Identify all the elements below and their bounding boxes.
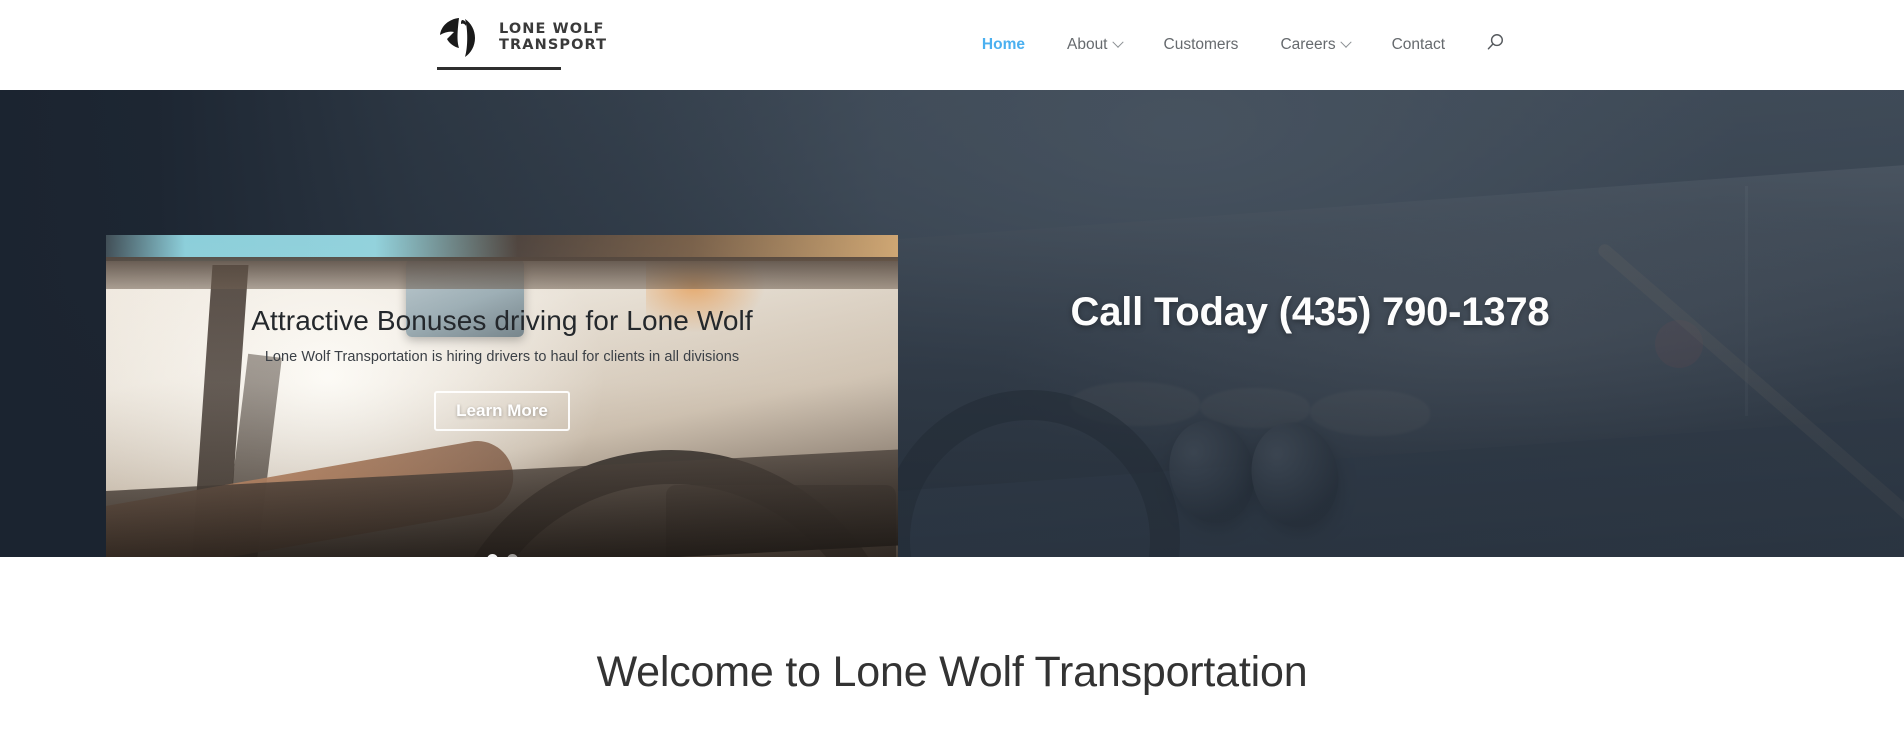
welcome-section: Welcome to Lone Wolf Transportation — [0, 557, 1904, 747]
nav-item-customers[interactable]: Customers — [1143, 0, 1260, 90]
slide-content: Attractive Bonuses driving for Lone Wolf… — [106, 235, 898, 557]
nav-item-about[interactable]: About — [1046, 0, 1143, 90]
hero-section: Attractive Bonuses driving for Lone Wolf… — [0, 90, 1904, 557]
logo-wordmark: LONE WOLF TRANSPORT — [499, 22, 607, 53]
search-icon — [1485, 32, 1506, 58]
nav-label-careers: Careers — [1280, 36, 1336, 53]
site-header: LONE WOLF TRANSPORT Home About Customers… — [0, 0, 1904, 90]
main-navigation: Home About Customers Careers Contact — [961, 0, 1904, 90]
nav-label-customers: Customers — [1163, 36, 1239, 53]
nav-item-home[interactable]: Home — [961, 0, 1046, 90]
nav-label-contact: Contact — [1391, 36, 1445, 53]
wolf-head-icon — [435, 14, 487, 62]
site-logo[interactable]: LONE WOLF TRANSPORT — [435, 14, 607, 70]
learn-more-button[interactable]: Learn More — [434, 391, 570, 431]
nav-item-contact[interactable]: Contact — [1371, 0, 1466, 90]
chevron-down-icon — [1111, 36, 1124, 48]
logo-line-2: TRANSPORT — [499, 37, 608, 53]
slide-title: Attractive Bonuses driving for Lone Wolf — [251, 305, 753, 336]
chevron-down-icon — [1339, 36, 1352, 48]
logo-underline — [437, 67, 561, 70]
nav-label-about: About — [1066, 36, 1108, 53]
hero-phone-heading: Call Today (435) 790-1378 — [1070, 290, 1550, 334]
logo-row: LONE WOLF TRANSPORT — [435, 14, 607, 62]
search-button[interactable] — [1474, 0, 1516, 90]
hero-slider[interactable]: Attractive Bonuses driving for Lone Wolf… — [106, 235, 898, 557]
slide-subtitle: Lone Wolf Transportation is hiring drive… — [264, 349, 740, 365]
logo-line-1: LONE WOLF — [499, 21, 605, 38]
page-title: Welcome to Lone Wolf Transportation — [596, 648, 1308, 696]
nav-label-home: Home — [981, 36, 1025, 53]
nav-item-careers[interactable]: Careers — [1259, 0, 1370, 90]
